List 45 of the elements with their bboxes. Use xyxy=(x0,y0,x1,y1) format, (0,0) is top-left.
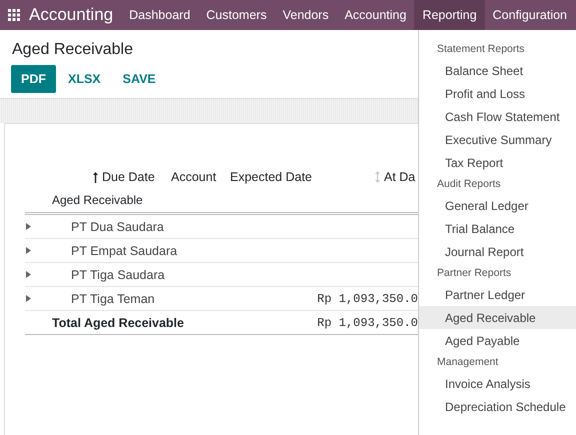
menu-item[interactable]: General Ledger xyxy=(419,194,576,217)
menu-section-header: Statement Reports xyxy=(436,42,526,57)
menu-item[interactable]: Balance Sheet xyxy=(419,59,576,82)
nav-menu-item[interactable]: Dashboard xyxy=(121,0,198,30)
menu-section-header: Management xyxy=(436,355,500,370)
column-header[interactable]: Expected Date xyxy=(230,170,312,184)
page-title: Aged Receivable xyxy=(11,40,134,60)
pdf-button[interactable]: PDF xyxy=(11,65,56,93)
partner-name[interactable]: PT Tiga Saudara xyxy=(71,268,321,282)
nav-menu-item[interactable]: Vendors xyxy=(274,0,337,30)
menu-item[interactable]: Depreciation Schedule xyxy=(419,395,576,418)
column-header[interactable]: Account xyxy=(171,170,216,184)
menu-item[interactable]: Aged Receivable xyxy=(419,306,576,329)
partner-name[interactable]: PT Dua Saudara xyxy=(71,220,321,234)
column-header[interactable]: At Da xyxy=(384,170,416,184)
app-title: Accounting xyxy=(29,5,114,25)
partner-name[interactable]: PT Tiga Teman xyxy=(71,292,318,306)
caret-right-icon[interactable] xyxy=(26,295,31,302)
menu-item[interactable]: Tax Report xyxy=(419,151,576,174)
partner-name[interactable]: PT Empat Saudara xyxy=(71,244,321,258)
caret-right-icon[interactable] xyxy=(26,223,31,230)
menu-item[interactable]: Aged Payable xyxy=(419,329,576,352)
nav-menu-item[interactable]: Reporting xyxy=(414,0,485,30)
menu-item[interactable]: Invoice Analysis xyxy=(419,372,576,395)
menu-item[interactable]: Executive Summary xyxy=(419,128,576,151)
export-button[interactable]: SAVE xyxy=(112,65,166,93)
menu-item[interactable]: Profit and Loss xyxy=(419,82,576,105)
sort-up-icon[interactable] xyxy=(93,172,98,182)
menu-item[interactable]: Partner Ledger xyxy=(419,283,576,306)
apps-menu-icon[interactable] xyxy=(8,9,20,21)
nav-menu-item[interactable]: Customers xyxy=(198,0,275,30)
caret-right-icon[interactable] xyxy=(26,247,31,254)
column-header[interactable]: Due Date xyxy=(102,170,155,184)
menu-section-header: Audit Reports xyxy=(436,177,502,192)
menu-item[interactable]: Trial Balance xyxy=(419,217,576,240)
total-label: Total Aged Receivable xyxy=(52,316,185,330)
caret-right-icon[interactable] xyxy=(26,271,31,278)
nav-menu-item[interactable]: Accounting xyxy=(336,0,414,30)
menu-item[interactable]: Cash Flow Statement xyxy=(419,105,576,128)
export-button[interactable]: XLSX xyxy=(58,65,111,93)
nav-menu-item[interactable]: Configuration xyxy=(484,0,576,30)
amount-cell: Rp 1,093,350.0 xyxy=(317,292,418,306)
menu-section-header: Partner Reports xyxy=(436,266,512,281)
total-amount: Rp 1,093,350.0 xyxy=(317,316,418,330)
menu-item[interactable]: Journal Report xyxy=(419,240,576,263)
